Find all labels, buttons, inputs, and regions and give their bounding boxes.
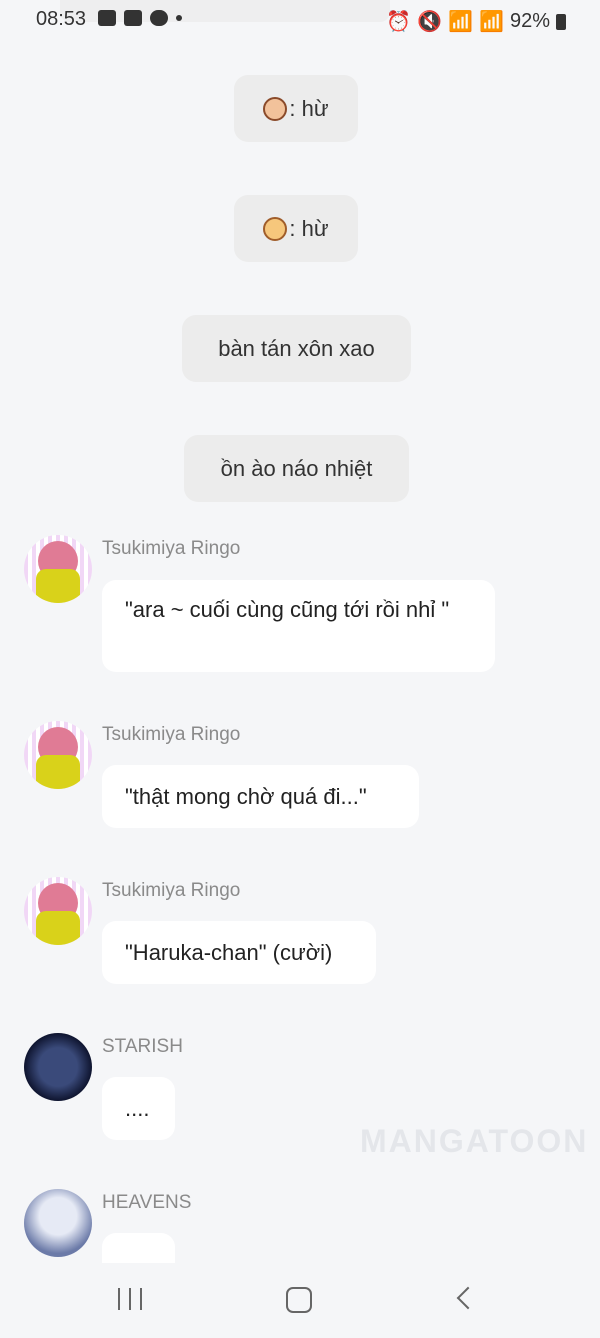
avatar-tsukimiya-ringo[interactable] — [24, 877, 92, 945]
narration-text: : hừ — [289, 215, 329, 241]
image-icon — [98, 10, 116, 26]
youtube-icon — [124, 10, 142, 26]
status-bar: 08:53 ⏰ 🔇 📶 📶 92% — [0, 0, 600, 40]
narration-text: bàn tán xôn xao — [218, 335, 375, 361]
message-bubble[interactable]: .... — [102, 1077, 175, 1140]
narration-text: : hừ — [289, 95, 329, 121]
sender-name: STARISH — [102, 1036, 183, 1057]
sender-name: Tsukimiya Ringo — [102, 538, 241, 559]
battery-percent: 92% — [509, 10, 550, 32]
avatar-tsukimiya-ringo[interactable] — [24, 721, 92, 789]
narration-text: ồn ào náo nhiệt — [220, 455, 373, 481]
narration-bubble-girl[interactable]: : hừ — [234, 75, 358, 142]
avatar-starish[interactable] — [24, 1033, 92, 1101]
girl-face-icon — [263, 96, 288, 121]
system-navigation-bar — [0, 1263, 600, 1338]
narration-bubble-boy[interactable]: : hừ — [234, 195, 358, 262]
more-notifications-dot-icon — [176, 15, 182, 21]
narration-bubble[interactable]: bàn tán xôn xao — [182, 315, 411, 382]
narration-bubble[interactable]: ồn ào náo nhiệt — [184, 435, 409, 502]
wifi-icon: 📶 — [448, 11, 474, 33]
status-time: 08:53 — [36, 8, 87, 30]
sender-name: Tsukimiya Ringo — [102, 880, 241, 901]
message-bubble[interactable]: "Haruka-chan" (cười) — [102, 921, 376, 984]
system-status-icons: ⏰ 🔇 📶 📶 92% — [386, 9, 566, 34]
mangatoon-watermark: MANGATOON — [360, 1123, 589, 1159]
message-bubble[interactable] — [102, 1233, 175, 1263]
home-icon[interactable] — [286, 1287, 312, 1313]
message-bubble[interactable]: "ara ~ cuối cùng cũng tới rồi nhỉ " — [102, 580, 495, 672]
boy-face-icon — [263, 216, 288, 241]
signal-icon: 📶 — [479, 11, 504, 33]
back-icon[interactable] — [456, 1286, 480, 1310]
message-bubble[interactable]: "thật mong chờ quá đi..." — [102, 765, 419, 828]
recent-apps-icon[interactable] — [118, 1288, 142, 1310]
battery-icon — [556, 13, 566, 30]
alarm-icon: ⏰ — [386, 11, 412, 33]
avatar-heavens[interactable] — [24, 1189, 92, 1257]
avatar-tsukimiya-ringo[interactable] — [24, 535, 92, 603]
mute-icon: 🔇 — [417, 11, 443, 33]
sender-name: HEAVENS — [102, 1192, 192, 1213]
cloud-icon — [150, 10, 168, 26]
sender-name: Tsukimiya Ringo — [102, 724, 241, 745]
notification-icons — [98, 10, 182, 26]
